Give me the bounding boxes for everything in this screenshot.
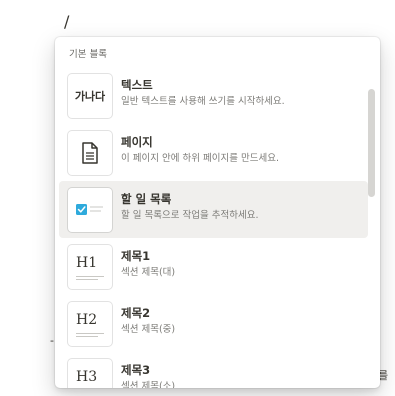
background-text-fragment: - (50, 334, 54, 347)
menu-item-description: 섹션 제목(중) (121, 324, 176, 335)
menu-item-description: 섹션 제목(소) (121, 381, 176, 388)
menu-item-title: 할 일 목록 (121, 192, 172, 206)
menu-item-title: 페이지 (121, 135, 153, 149)
menu-item-heading2[interactable]: H2 제목2 섹션 제목(중) (59, 295, 368, 352)
heading2-icon: H2 (68, 302, 112, 346)
text-thumbnail-label: 가나다 (74, 90, 106, 103)
menu-item-description: 할 일 목록으로 작업을 추적하세요. (121, 210, 259, 221)
text-thumbnail-icon: 가나다 (68, 74, 112, 118)
section-title: 기본 블록 (69, 49, 107, 60)
menu-item-heading1[interactable]: H1 제목1 섹션 제목(대) (59, 238, 368, 295)
slash-command-menu: 기본 블록 가나다 텍스트 일반 텍스트를 사용해 쓰기를 시작하세요. 페이지… (55, 37, 380, 388)
menu-item-text[interactable]: 가나다 텍스트 일반 텍스트를 사용해 쓰기를 시작하세요. (59, 67, 368, 124)
heading3-icon: H3 (68, 359, 112, 388)
menu-item-title: 텍스트 (121, 78, 153, 92)
menu-item-todo[interactable]: 할 일 목록 할 일 목록으로 작업을 추적하세요. (59, 181, 368, 238)
menu-item-description: 이 페이지 안에 하위 페이지를 만드세요. (121, 153, 279, 164)
menu-item-title: 제목3 (121, 363, 151, 377)
document-icon (68, 131, 112, 175)
heading3-label: H3 (76, 368, 98, 385)
heading1-label: H1 (76, 254, 98, 271)
menu-item-description: 일반 텍스트를 사용해 쓰기를 시작하세요. (121, 96, 285, 107)
menu-item-description: 섹션 제목(대) (121, 267, 176, 278)
heading2-label: H2 (76, 311, 98, 328)
checkbox-icon (68, 188, 112, 232)
menu-item-heading3[interactable]: H3 제목3 섹션 제목(소) (59, 352, 368, 388)
heading1-icon: H1 (68, 245, 112, 289)
menu-item-page[interactable]: 페이지 이 페이지 안에 하위 페이지를 만드세요. (59, 124, 368, 181)
slash-command-text: / (64, 12, 70, 31)
block-list: 가나다 텍스트 일반 텍스트를 사용해 쓰기를 시작하세요. 페이지 이 페이지… (59, 67, 368, 388)
scrollbar-thumb[interactable] (368, 89, 375, 197)
menu-item-title: 제목2 (121, 306, 151, 320)
menu-item-title: 제목1 (121, 249, 151, 263)
